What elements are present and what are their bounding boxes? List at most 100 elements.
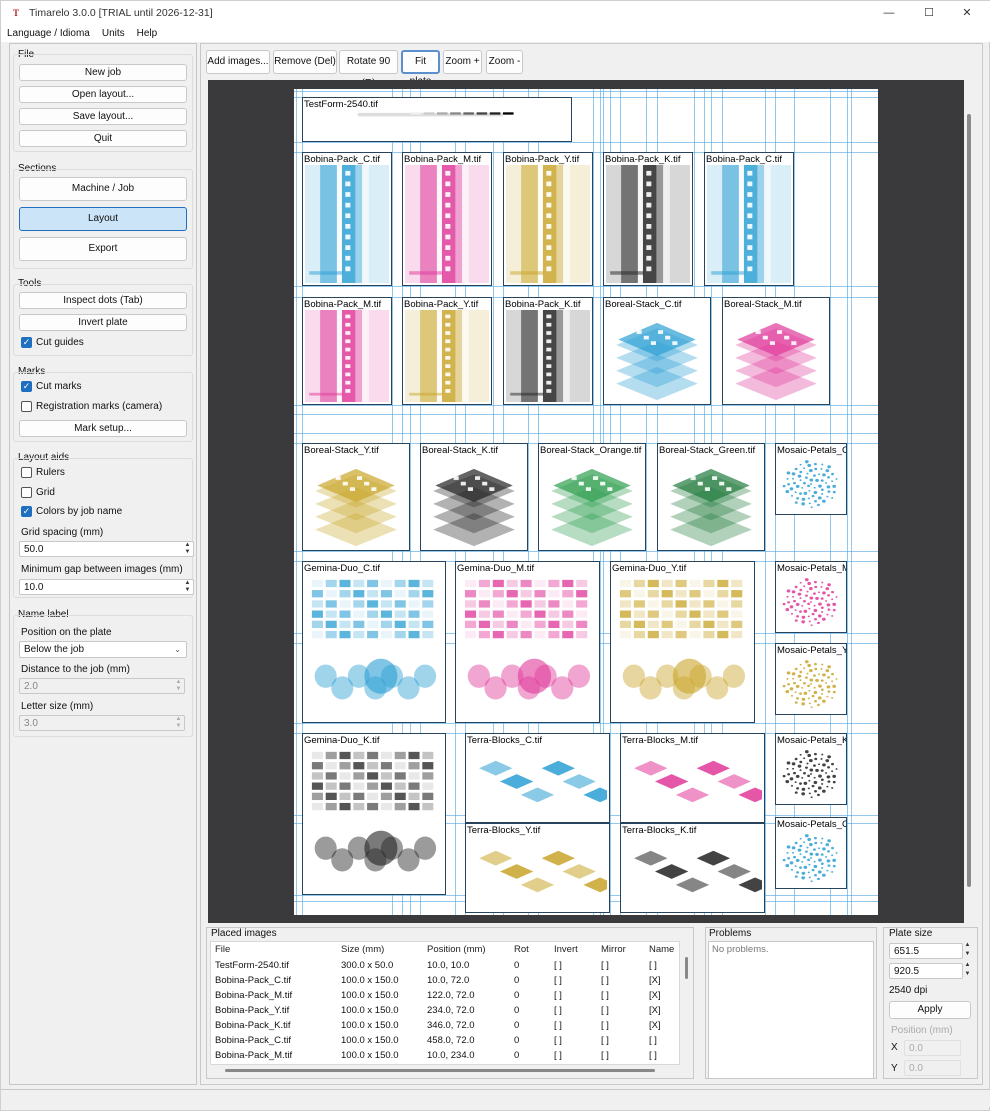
table-horizontal-scrollbar[interactable]: [225, 1069, 655, 1072]
canvas-vertical-scrollbar[interactable]: [967, 114, 971, 887]
spin-up-icon[interactable]: ▲: [962, 942, 973, 949]
grid-spacing-input[interactable]: ▲▼: [19, 541, 194, 557]
plate-job[interactable]: Bobina-Pack_K.tif: [503, 297, 593, 405]
spin-up-icon[interactable]: ▲: [173, 716, 184, 723]
position-on-plate-select[interactable]: Below the job ⌄: [19, 641, 187, 658]
plate-job[interactable]: Mosaic-Petals_M.tif: [775, 561, 847, 633]
position-x-field[interactable]: [905, 1041, 955, 1055]
plate-job[interactable]: Bobina-Pack_C.tif: [704, 152, 794, 286]
plate-job[interactable]: Bobina-Pack_C.tif: [302, 152, 392, 286]
spin-up-icon[interactable]: ▲: [182, 542, 193, 549]
apply-button[interactable]: Apply: [889, 1001, 971, 1019]
min-gap-field[interactable]: [20, 580, 160, 594]
plate-job[interactable]: Terra-Blocks_K.tif: [620, 823, 765, 913]
registration-marks-checkbox[interactable]: Registration marks (camera): [21, 401, 162, 412]
plate-job[interactable]: Boreal-Stack_Green.tif: [657, 443, 765, 551]
col-size[interactable]: Size (mm): [341, 944, 384, 955]
remove-button[interactable]: Remove (Del): [273, 50, 337, 74]
spin-down-icon[interactable]: ▼: [962, 971, 973, 978]
plate-job[interactable]: Bobina-Pack_M.tif: [402, 152, 492, 286]
distance-input[interactable]: ▲▼: [19, 678, 185, 694]
menu-help[interactable]: Help: [131, 28, 164, 39]
plate-job[interactable]: Gemina-Duo_M.tif: [455, 561, 600, 723]
zoom-in-button[interactable]: Zoom +: [443, 50, 482, 74]
col-position[interactable]: Position (mm): [427, 944, 486, 955]
open-layout-button[interactable]: Open layout...: [19, 86, 187, 103]
plate-job[interactable]: Mosaic-Petals_K.tif: [775, 733, 847, 805]
table-row[interactable]: Bobina-Pack_K.tif 100.0 x 150.0 346.0, 72.…: [211, 1018, 681, 1033]
plate-canvas[interactable]: TestForm-2540.tif Bobina-Pack_C.tif Bobina…: [208, 80, 964, 923]
zoom-out-button[interactable]: Zoom -: [486, 50, 523, 74]
plate-job[interactable]: Boreal-Stack_Orange.tif: [538, 443, 646, 551]
col-file[interactable]: File: [215, 944, 230, 955]
plate-job[interactable]: Bobina-Pack_Y.tif: [402, 297, 492, 405]
letter-size-field[interactable]: [20, 716, 160, 730]
table-row[interactable]: Bobina-Pack_C.tif 100.0 x 150.0 10.0, 72.0…: [211, 973, 681, 988]
plate-job[interactable]: Boreal-Stack_Y.tif: [302, 443, 410, 551]
plate-job[interactable]: Bobina-Pack_Y.tif: [503, 152, 593, 286]
plate-job[interactable]: Gemina-Duo_K.tif: [302, 733, 446, 895]
new-job-button[interactable]: New job: [19, 64, 187, 81]
table-row[interactable]: Bobina-Pack_Y.tif 100.0 x 150.0 234.0, 72.…: [211, 1003, 681, 1018]
menu-units[interactable]: Units: [96, 28, 131, 39]
position-y-field[interactable]: [905, 1061, 955, 1075]
col-rot[interactable]: Rot: [514, 944, 529, 955]
save-layout-button[interactable]: Save layout...: [19, 108, 187, 125]
table-row[interactable]: Bobina-Pack_M.tif 100.0 x 150.0 10.0, 234.…: [211, 1048, 681, 1063]
min-gap-input[interactable]: ▲▼: [19, 579, 194, 595]
add-images-button[interactable]: Add images...: [206, 50, 270, 74]
inspect-dots-button[interactable]: Inspect dots (Tab): [19, 292, 187, 309]
plate[interactable]: TestForm-2540.tif Bobina-Pack_C.tif Bobina…: [294, 89, 878, 915]
table-row[interactable]: Bobina-Pack_M.tif 100.0 x 150.0 122.0, 72.…: [211, 988, 681, 1003]
plate-job[interactable]: Mosaic-Petals_C.tif: [775, 817, 847, 889]
position-y-input[interactable]: [904, 1060, 961, 1076]
plate-job[interactable]: Gemina-Duo_C.tif: [302, 561, 446, 723]
spin-up-icon[interactable]: ▲: [182, 580, 193, 587]
position-x-input[interactable]: [904, 1040, 961, 1056]
col-name[interactable]: Name: [649, 944, 674, 955]
plate-job[interactable]: Bobina-Pack_K.tif: [603, 152, 693, 286]
invert-plate-button[interactable]: Invert plate: [19, 314, 187, 331]
grid-checkbox[interactable]: Grid: [21, 487, 55, 498]
plate-job[interactable]: Boreal-Stack_C.tif: [603, 297, 711, 405]
section-machine-job-button[interactable]: Machine / Job: [19, 177, 187, 201]
spin-down-icon[interactable]: ▼: [182, 587, 193, 594]
colors-by-job-checkbox[interactable]: ✓ Colors by job name: [21, 506, 122, 517]
placed-images-table[interactable]: File Size (mm) Position (mm) Rot Invert …: [210, 941, 688, 1072]
distance-field[interactable]: [20, 679, 160, 693]
letter-size-input[interactable]: ▲▼: [19, 715, 185, 731]
quit-button[interactable]: Quit: [19, 130, 187, 147]
plate-job[interactable]: Boreal-Stack_K.tif: [420, 443, 528, 551]
col-invert[interactable]: Invert: [554, 944, 578, 955]
minimize-button[interactable]: —: [871, 1, 907, 25]
plate-height-input[interactable]: [889, 963, 963, 979]
plate-width-input[interactable]: [889, 943, 963, 959]
plate-job[interactable]: Mosaic-Petals_Y.tif: [775, 643, 847, 715]
fit-plate-button[interactable]: Fit plate: [401, 50, 440, 87]
close-button[interactable]: ✕: [949, 1, 985, 25]
maximize-button[interactable]: ☐: [911, 1, 947, 25]
cut-marks-checkbox[interactable]: ✓ Cut marks: [21, 381, 82, 392]
col-mirror[interactable]: Mirror: [601, 944, 626, 955]
spin-down-icon[interactable]: ▼: [173, 686, 184, 693]
plate-job[interactable]: Terra-Blocks_Y.tif: [465, 823, 610, 913]
plate-job[interactable]: Boreal-Stack_M.tif: [722, 297, 830, 405]
rulers-checkbox[interactable]: Rulers: [21, 467, 65, 478]
plate-job[interactable]: Mosaic-Petals_C.tif: [775, 443, 847, 515]
plate-height-field[interactable]: [890, 964, 950, 978]
spin-up-icon[interactable]: ▲: [173, 679, 184, 686]
menu-language[interactable]: Language / Idioma: [1, 28, 96, 39]
plate-width-field[interactable]: [890, 944, 950, 958]
table-row[interactable]: Bobina-Pack_C.tif 100.0 x 150.0 458.0, 72.…: [211, 1033, 681, 1048]
table-row[interactable]: TestForm-2540.tif 300.0 x 50.0 10.0, 10.0 0…: [211, 958, 681, 973]
plate-job[interactable]: Terra-Blocks_C.tif: [465, 733, 610, 823]
rotate-button[interactable]: Rotate 90 (R): [339, 50, 398, 89]
spin-down-icon[interactable]: ▼: [173, 723, 184, 730]
table-vertical-scrollbar[interactable]: [685, 957, 688, 979]
cut-guides-checkbox[interactable]: ✓ Cut guides: [21, 337, 84, 348]
mark-setup-button[interactable]: Mark setup...: [19, 420, 187, 437]
plate-job[interactable]: Terra-Blocks_M.tif: [620, 733, 765, 823]
section-export-button[interactable]: Export: [19, 237, 187, 261]
spin-down-icon[interactable]: ▼: [182, 549, 193, 556]
plate-job[interactable]: TestForm-2540.tif: [302, 97, 572, 142]
